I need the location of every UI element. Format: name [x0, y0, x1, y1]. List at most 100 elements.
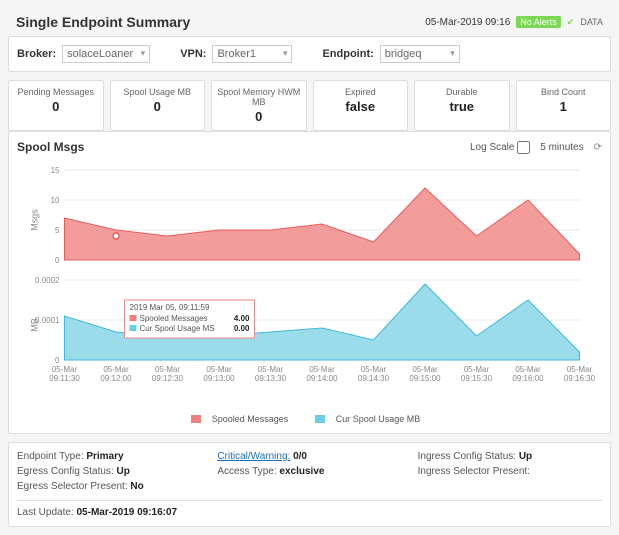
- svg-text:4.00: 4.00: [234, 314, 250, 323]
- chart-legend: Spooled Messages Cur Spool Usage MB: [17, 414, 602, 425]
- svg-text:05-Mar: 05-Mar: [515, 365, 541, 374]
- log-scale-toggle[interactable]: Log Scale: [470, 141, 530, 154]
- detail-egress-selector: Egress Selector Present: No: [17, 481, 201, 492]
- chart-panel: Spool Msgs Log Scale 5 minutes ⟳ Msgs 15…: [8, 131, 611, 434]
- svg-text:09:13:30: 09:13:30: [255, 374, 287, 383]
- svg-text:09:15:00: 09:15:00: [409, 374, 441, 383]
- detail-egress-config: Egress Config Status: Up: [17, 466, 201, 477]
- detail-critical-warning: Critical/Warning: 0/0: [217, 451, 401, 462]
- page-title: Single Endpoint Summary: [16, 14, 190, 30]
- broker-label: Broker:: [17, 48, 56, 60]
- stats-row: Pending Messages 0 Spool Usage MB 0 Spool …: [8, 80, 611, 131]
- endpoint-select[interactable]: bridgeq: [380, 45, 460, 63]
- svg-text:09:13:00: 09:13:00: [203, 374, 235, 383]
- stat-value: 1: [521, 99, 607, 114]
- chart-tooltip: 2019 Mar 05, 09:11:59 Spooled Messages 4…: [125, 300, 255, 338]
- check-icon: ✔: [567, 17, 575, 28]
- chart-controls: Log Scale 5 minutes ⟳: [470, 141, 602, 154]
- stat-bind-count: Bind Count 1: [516, 80, 612, 131]
- x-axis: 05-Mar09:11:3005-Mar09:12:0005-Mar09:12:…: [49, 365, 595, 383]
- stat-label: Spool Usage MB: [115, 87, 201, 97]
- alerts-badge[interactable]: No Alerts: [516, 16, 561, 28]
- endpoint-label: Endpoint:: [322, 48, 373, 60]
- stat-value: true: [419, 99, 505, 114]
- svg-text:05-Mar: 05-Mar: [464, 365, 490, 374]
- details-panel: Endpoint Type: Primary Critical/Warning:…: [8, 442, 611, 527]
- filter-panel: Broker: solaceLoaner VPN: Broker1 Endpoi…: [8, 36, 611, 72]
- svg-text:05-Mar: 05-Mar: [103, 365, 129, 374]
- chart-top: Msgs 15 10 5 0: [30, 166, 580, 265]
- stat-spool-hwm: Spool Memory HWM MB 0: [211, 80, 307, 131]
- broker-select[interactable]: solaceLoaner: [62, 45, 150, 63]
- stat-label: Durable: [419, 87, 505, 97]
- legend-swatch-red: [191, 415, 201, 423]
- stat-label: Bind Count: [521, 87, 607, 97]
- svg-text:09:12:30: 09:12:30: [152, 374, 184, 383]
- svg-text:0: 0: [55, 356, 60, 365]
- svg-text:10: 10: [51, 196, 60, 205]
- svg-text:05-Mar: 05-Mar: [412, 365, 438, 374]
- stat-label: Spool Memory HWM MB: [216, 87, 302, 107]
- stat-value: 0: [115, 99, 201, 114]
- svg-text:05-Mar: 05-Mar: [309, 365, 335, 374]
- legend-item-spooled: Spooled Messages: [191, 414, 297, 424]
- stat-value: 0: [216, 109, 302, 124]
- page-header: Single Endpoint Summary 05-Mar-2019 09:1…: [8, 8, 611, 36]
- vpn-filter: VPN: Broker1: [180, 45, 292, 63]
- svg-text:09:15:30: 09:15:30: [461, 374, 493, 383]
- time-range-select[interactable]: 5 minutes: [540, 142, 583, 153]
- chart-title: Spool Msgs: [17, 140, 84, 154]
- svg-text:09:14:30: 09:14:30: [358, 374, 390, 383]
- refresh-icon[interactable]: ⟳: [594, 142, 602, 153]
- chart-svg[interactable]: Msgs 15 10 5 0 MB 0.0002 0.0001 0 2019 M…: [17, 160, 602, 410]
- svg-text:05-Mar: 05-Mar: [206, 365, 232, 374]
- svg-text:09:14:00: 09:14:00: [306, 374, 338, 383]
- stat-label: Pending Messages: [13, 87, 99, 97]
- data-label: DATA: [580, 17, 603, 27]
- svg-text:5: 5: [55, 226, 60, 235]
- svg-text:09:16:30: 09:16:30: [564, 374, 596, 383]
- chart-bottom: MB 0.0002 0.0001 0 2019 Mar 05, 09:11:59…: [30, 276, 580, 365]
- log-scale-checkbox[interactable]: [517, 141, 530, 154]
- svg-text:0.00: 0.00: [234, 324, 250, 333]
- header-timestamp: 05-Mar-2019 09:16: [425, 17, 510, 28]
- stat-durable: Durable true: [414, 80, 510, 131]
- header-right: 05-Mar-2019 09:16 No Alerts ✔ DATA: [425, 16, 603, 28]
- vpn-select[interactable]: Broker1: [212, 45, 292, 63]
- legend-swatch-blue: [315, 415, 325, 423]
- detail-ingress-config: Ingress Config Status: Up: [418, 451, 602, 462]
- svg-text:05-Mar: 05-Mar: [258, 365, 284, 374]
- detail-access-type: Access Type: exclusive: [217, 466, 401, 477]
- stat-pending: Pending Messages 0: [8, 80, 104, 131]
- detail-grid: Endpoint Type: Primary Critical/Warning:…: [17, 451, 602, 492]
- svg-text:09:16:00: 09:16:00: [512, 374, 544, 383]
- stat-value: false: [318, 99, 404, 114]
- svg-text:0.0002: 0.0002: [35, 276, 60, 285]
- page-container: Single Endpoint Summary 05-Mar-2019 09:1…: [0, 0, 619, 535]
- vpn-label: VPN:: [180, 48, 206, 60]
- series-spooled-messages: [65, 188, 580, 260]
- data-point-marker: [113, 233, 119, 239]
- svg-text:0: 0: [55, 256, 60, 265]
- svg-text:09:11:30: 09:11:30: [49, 374, 80, 383]
- chart-header: Spool Msgs Log Scale 5 minutes ⟳: [17, 140, 602, 154]
- stat-expired: Expired false: [313, 80, 409, 131]
- svg-text:15: 15: [51, 166, 60, 175]
- svg-text:05-Mar: 05-Mar: [567, 365, 593, 374]
- detail-endpoint-type: Endpoint Type: Primary: [17, 451, 201, 462]
- stat-spool-usage: Spool Usage MB 0: [110, 80, 206, 131]
- svg-text:0.0001: 0.0001: [35, 316, 60, 325]
- svg-text:05-Mar: 05-Mar: [52, 365, 78, 374]
- stat-value: 0: [13, 99, 99, 114]
- stat-label: Expired: [318, 87, 404, 97]
- svg-text:2019 Mar 05, 09:11:59: 2019 Mar 05, 09:11:59: [130, 303, 210, 312]
- endpoint-filter: Endpoint: bridgeq: [322, 45, 459, 63]
- svg-text:Spooled Messages: Spooled Messages: [140, 314, 208, 323]
- y1-label: Msgs: [30, 209, 40, 231]
- detail-ingress-selector: Ingress Selector Present:: [418, 466, 602, 477]
- last-update: Last Update: 05-Mar-2019 09:16:07: [17, 500, 602, 518]
- svg-text:05-Mar: 05-Mar: [361, 365, 387, 374]
- svg-text:Cur Spool Usage MS: Cur Spool Usage MS: [140, 324, 215, 333]
- legend-item-usage: Cur Spool Usage MB: [315, 414, 429, 424]
- svg-text:09:12:00: 09:12:00: [100, 374, 132, 383]
